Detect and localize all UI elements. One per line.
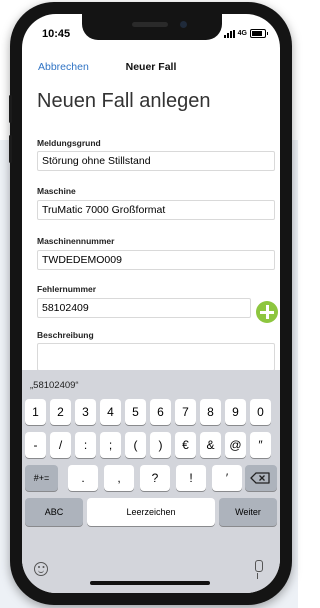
suggestion-text[interactable]: „58102409“ [30, 380, 79, 391]
next-key[interactable]: Weiter [219, 498, 277, 526]
error-number-label: Fehlernummer [37, 284, 97, 294]
key-6[interactable]: 6 [150, 399, 171, 425]
status-time: 10:45 [42, 28, 71, 40]
key-question[interactable]: ? [140, 465, 170, 491]
key-3[interactable]: 3 [75, 399, 96, 425]
key-hyphen[interactable]: - [25, 432, 46, 458]
space-key[interactable]: Leerzeichen [87, 498, 215, 526]
key-colon[interactable]: : [75, 432, 96, 458]
key-at[interactable]: @ [225, 432, 246, 458]
reason-label: Meldungsgrund [37, 138, 101, 148]
add-error-button[interactable] [256, 301, 278, 323]
status-indicators: 4G [223, 29, 268, 38]
cancel-button[interactable]: Abbrechen [38, 61, 89, 73]
mic-stand [257, 573, 262, 579]
mic-icon[interactable] [255, 560, 263, 572]
machine-label: Maschine [37, 186, 76, 196]
speaker [132, 22, 168, 27]
key-slash[interactable]: / [50, 432, 71, 458]
keyboard: „58102409“ 1 2 3 4 5 6 7 8 9 0 - / : ; (… [22, 370, 280, 593]
key-8[interactable]: 8 [200, 399, 221, 425]
key-9[interactable]: 9 [225, 399, 246, 425]
phone-screen: 10:45 4G Neuer Fall Abbrechen Neuen Fall… [22, 14, 280, 593]
signal-icon [223, 29, 235, 38]
key-2[interactable]: 2 [50, 399, 71, 425]
abc-key[interactable]: ABC [25, 498, 83, 526]
machine-field[interactable]: TruMatic 7000 Großformat [37, 200, 275, 220]
error-number-field[interactable]: 58102409 [37, 298, 251, 318]
backspace-key[interactable] [245, 465, 277, 491]
home-indicator[interactable] [90, 581, 210, 585]
backspace-icon [250, 472, 270, 484]
key-comma[interactable]: , [104, 465, 134, 491]
key-apostrophe[interactable]: ′ [212, 465, 242, 491]
notch [82, 14, 222, 40]
key-1[interactable]: 1 [25, 399, 46, 425]
machine-number-label: Maschinennummer [37, 236, 115, 246]
key-7[interactable]: 7 [175, 399, 196, 425]
page-title: Neuen Fall anlegen [37, 90, 211, 112]
key-4[interactable]: 4 [100, 399, 121, 425]
battery-icon [250, 29, 268, 38]
side-button [9, 135, 12, 163]
key-exclamation[interactable]: ! [176, 465, 206, 491]
key-5[interactable]: 5 [125, 399, 146, 425]
key-ampersand[interactable]: & [200, 432, 221, 458]
key-euro[interactable]: € [175, 432, 196, 458]
key-0[interactable]: 0 [250, 399, 271, 425]
machine-number-field[interactable]: TWDEDEMO009 [37, 250, 275, 270]
description-field[interactable] [37, 343, 275, 371]
side-button [9, 95, 12, 123]
symbols-key[interactable]: #+= [25, 465, 58, 491]
camera [180, 21, 187, 28]
key-semicolon[interactable]: ; [100, 432, 121, 458]
network-type: 4G [237, 30, 247, 37]
key-paren-close[interactable]: ) [150, 432, 171, 458]
key-quote[interactable]: ″ [250, 432, 271, 458]
key-paren-open[interactable]: ( [125, 432, 146, 458]
reason-field[interactable]: Störung ohne Stillstand [37, 151, 275, 171]
description-label: Beschreibung [37, 330, 94, 340]
emoji-icon[interactable] [34, 562, 48, 576]
key-period[interactable]: . [68, 465, 98, 491]
